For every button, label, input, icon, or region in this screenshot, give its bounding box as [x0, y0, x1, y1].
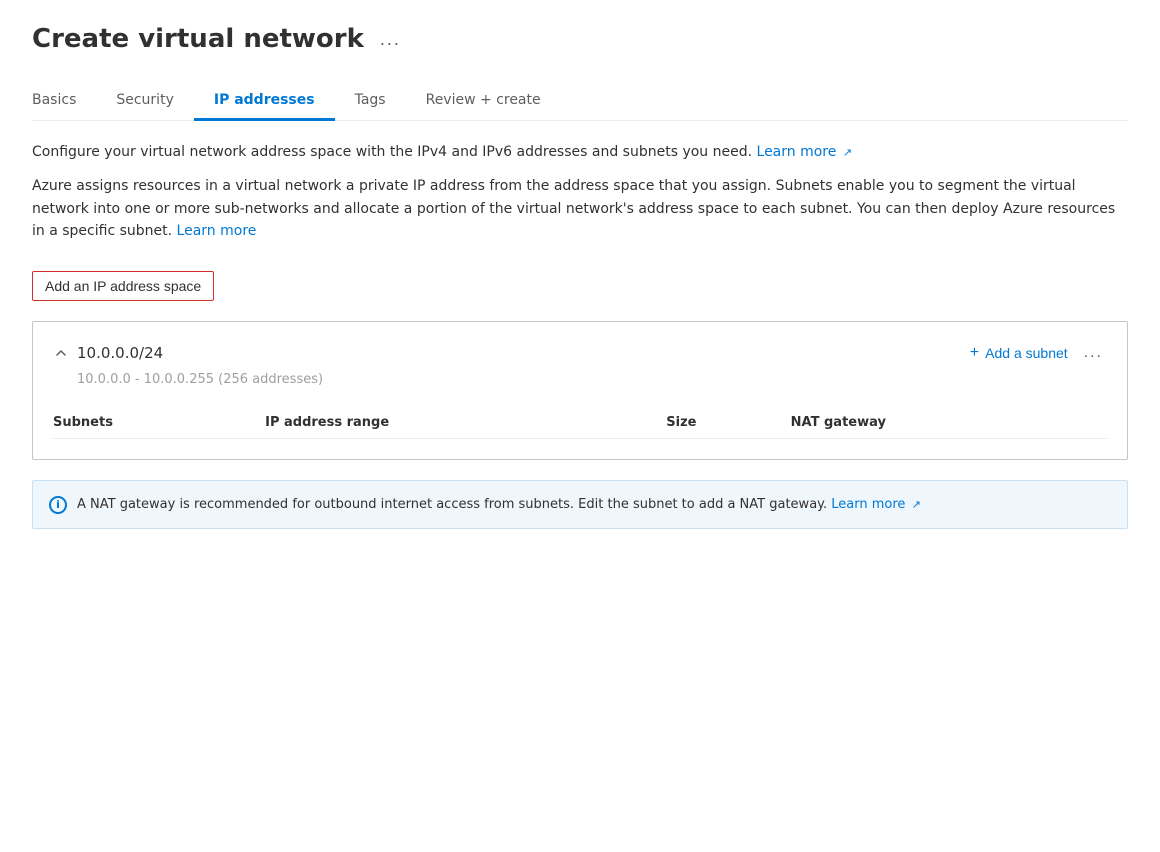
ip-space-header: 10.0.0.0/24 + Add a subnet ... [53, 342, 1107, 364]
info-banner-text: A NAT gateway is recommended for outboun… [77, 495, 921, 515]
learn-more-link-2[interactable]: Learn more [177, 223, 257, 239]
tab-tags[interactable]: Tags [335, 82, 406, 121]
tab-review-create[interactable]: Review + create [406, 82, 561, 121]
page-title: Create virtual network [32, 24, 364, 54]
col-header-ip-range: IP address range [265, 407, 666, 439]
more-options-button[interactable]: ... [374, 27, 407, 52]
external-link-icon-1: ↗ [843, 144, 852, 162]
col-header-nat-gateway: NAT gateway [791, 407, 1107, 439]
plus-icon: + [970, 344, 979, 362]
collapse-icon[interactable] [53, 345, 69, 361]
info-banner: i A NAT gateway is recommended for outbo… [32, 480, 1128, 530]
info-icon: i [49, 496, 67, 514]
learn-more-link-1[interactable]: Learn more ↗ [757, 144, 853, 160]
subnets-table: Subnets IP address range Size NAT gatewa… [53, 407, 1107, 439]
ip-space-title-row: 10.0.0.0/24 [53, 344, 163, 362]
description-2: Azure assigns resources in a virtual net… [32, 175, 1128, 242]
tabs-nav: Basics Security IP addresses Tags Review… [32, 82, 1128, 121]
ip-cidr: 10.0.0.0/24 [77, 344, 163, 362]
info-learn-more-link[interactable]: Learn more ↗ [831, 497, 921, 512]
tab-security[interactable]: Security [96, 82, 194, 121]
description-1: Configure your virtual network address s… [32, 141, 1128, 163]
add-subnet-label: Add a subnet [985, 345, 1068, 361]
add-subnet-button[interactable]: + Add a subnet [970, 344, 1068, 362]
tab-basics[interactable]: Basics [32, 82, 96, 121]
external-link-icon-2: ↗ [912, 497, 921, 514]
tab-ip-addresses[interactable]: IP addresses [194, 82, 335, 121]
col-header-size: Size [666, 407, 790, 439]
col-header-subnets: Subnets [53, 407, 265, 439]
ip-space-actions: + Add a subnet ... [970, 342, 1107, 364]
ip-address-range: 10.0.0.0 - 10.0.0.255 (256 addresses) [53, 372, 1107, 387]
ip-space-more-options-button[interactable]: ... [1080, 342, 1107, 364]
ip-space-container: 10.0.0.0/24 + Add a subnet ... 10.0.0.0 … [32, 321, 1128, 460]
add-ip-address-space-button[interactable]: Add an IP address space [32, 271, 214, 301]
